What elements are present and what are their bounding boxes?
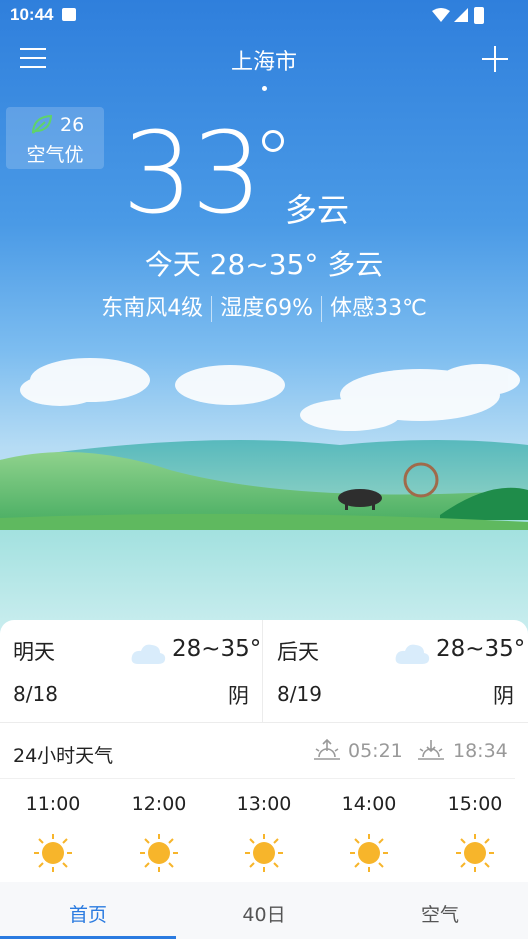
hour-time: 14:00	[341, 793, 397, 815]
aqi-label: 空气优	[26, 144, 84, 166]
current-temperature: 33	[122, 109, 263, 239]
wifi-icon	[432, 8, 450, 22]
hour-item: 14:00	[316, 793, 422, 873]
day-name: 后天	[277, 640, 319, 664]
day-name: 明天	[13, 640, 55, 664]
hourly-forecast: 24小时天气 05:21 18:34 11:00 12:00 13:00 14:…	[0, 722, 528, 882]
day-temp-range: 28~35°	[436, 636, 526, 662]
hour-item: 12:00	[106, 793, 212, 873]
status-time: 10:44	[10, 5, 54, 24]
tab-40-days[interactable]: 40日	[176, 900, 352, 927]
add-city-button[interactable]	[480, 44, 510, 74]
hour-time: 15:00	[447, 793, 503, 815]
page-indicator-dot	[262, 86, 267, 91]
forecast-day-after-tomorrow[interactable]: 后天 28~35° 8/19 阴	[264, 620, 527, 722]
divider	[0, 778, 515, 779]
day-condition: 阴	[228, 684, 249, 708]
day-date: 8/19	[277, 682, 322, 706]
status-icons	[432, 6, 496, 24]
landscape-illustration	[0, 358, 528, 640]
hour-item: 15:00	[422, 793, 528, 873]
daily-forecast: 明天 28~35° 8/18 阴 后天 28~35° 8/19 阴	[0, 620, 528, 722]
hour-time: 12:00	[131, 793, 187, 815]
today-summary: 今天 28~35° 多云	[144, 248, 384, 281]
city-title: 上海市	[230, 50, 297, 75]
bottom-tab-bar: 首页 40日 空气	[0, 882, 528, 939]
feels-like-info: 体感33℃	[330, 296, 427, 321]
cloud-icon	[395, 644, 430, 664]
sun-icon	[245, 834, 283, 872]
sun-icon	[456, 834, 494, 872]
tab-air[interactable]: 空气	[352, 900, 528, 927]
forecast-day-tomorrow[interactable]: 明天 28~35° 8/18 阴	[0, 620, 263, 722]
sunrise-icon	[314, 738, 340, 760]
sunset-time: 18:34	[453, 740, 508, 762]
humidity-info: 湿度69%	[220, 296, 314, 321]
tab-home[interactable]: 首页	[0, 900, 176, 927]
air-quality-badge[interactable]: 26 空气优	[6, 107, 104, 169]
weather-details: 东南风4级 湿度69% 体感33℃	[0, 290, 528, 322]
day-condition: 阴	[493, 684, 514, 708]
sunset-icon	[418, 740, 444, 760]
sun-icon	[34, 834, 72, 872]
day-temp-range: 28~35°	[172, 636, 262, 662]
cloud-icon	[131, 644, 166, 664]
aqi-value: 26	[60, 114, 85, 136]
sun-icon	[140, 834, 178, 872]
wind-info: 东南风4级	[101, 296, 204, 321]
current-condition: 多云	[285, 191, 350, 229]
day-date: 8/18	[13, 682, 58, 706]
sunrise-time: 05:21	[348, 740, 403, 762]
degree-symbol	[262, 130, 284, 152]
battery-icon	[474, 7, 484, 24]
signal-icon	[454, 8, 468, 22]
status-bar: 10:44	[0, 0, 528, 30]
hour-time: 11:00	[25, 793, 81, 815]
sun-icon	[350, 834, 388, 872]
hourly-title: 24小时天气	[13, 745, 114, 767]
notification-app-icon	[62, 8, 76, 21]
hour-item: 13:00	[211, 793, 317, 873]
hour-time: 13:00	[236, 793, 292, 815]
hour-item: 11:00	[0, 793, 106, 873]
leaf-icon	[31, 114, 53, 134]
weather-hero: 10:44 上海市 26 空气优 33 多云 今天 28~35° 多云 东南风4…	[0, 0, 528, 640]
